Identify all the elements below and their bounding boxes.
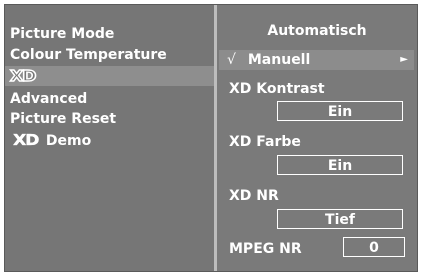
- setting-value-xd-farbe[interactable]: Ein: [277, 155, 403, 175]
- menu-item-label: Picture Mode: [10, 26, 115, 42]
- setting-value-xd-kontrast[interactable]: Ein: [277, 101, 403, 121]
- option-manuell[interactable]: √ Manuell ►: [219, 50, 414, 70]
- setting-label-xd-farbe: XD Farbe: [229, 134, 301, 150]
- setting-label-mpeg-nr: MPEG NR: [229, 241, 302, 257]
- menu-item-colour-temperature[interactable]: Colour Temperature: [5, 45, 214, 65]
- option-automatisch[interactable]: Automatisch: [217, 23, 417, 39]
- menu-item-picture-mode[interactable]: Picture Mode: [5, 24, 214, 44]
- setting-value-mpeg-nr[interactable]: 0: [343, 237, 405, 257]
- menu-item-label: Colour Temperature: [10, 47, 167, 63]
- menu-item-label: Advanced: [10, 91, 88, 107]
- menu-item-label: Demo: [45, 133, 92, 149]
- option-label: Manuell: [247, 52, 311, 68]
- setting-label-xd-kontrast: XD Kontrast: [229, 81, 325, 97]
- menu-item-label: Picture Reset: [10, 111, 117, 127]
- xd-logo: XD: [13, 131, 40, 149]
- xd-logo: XD: [9, 66, 37, 85]
- setting-label-xd-nr: XD NR: [229, 188, 279, 204]
- menu-item-xd-demo[interactable]: XD Demo: [5, 130, 214, 150]
- menu-item-xd[interactable]: XD: [5, 66, 214, 86]
- setting-value-xd-nr[interactable]: Tief: [277, 209, 403, 229]
- picture-menu-panel: Picture Mode Colour Temperature XD Advan…: [5, 5, 217, 271]
- xd-submenu-panel: Automatisch √ Manuell ► XD Kontrast Ein …: [217, 5, 417, 271]
- checkmark-icon: √: [227, 52, 236, 68]
- menu-item-picture-reset[interactable]: Picture Reset: [5, 109, 214, 129]
- menu-item-advanced[interactable]: Advanced: [5, 89, 214, 109]
- arrow-right-icon: ►: [400, 54, 408, 65]
- osd-menu: Picture Mode Colour Temperature XD Advan…: [4, 4, 418, 272]
